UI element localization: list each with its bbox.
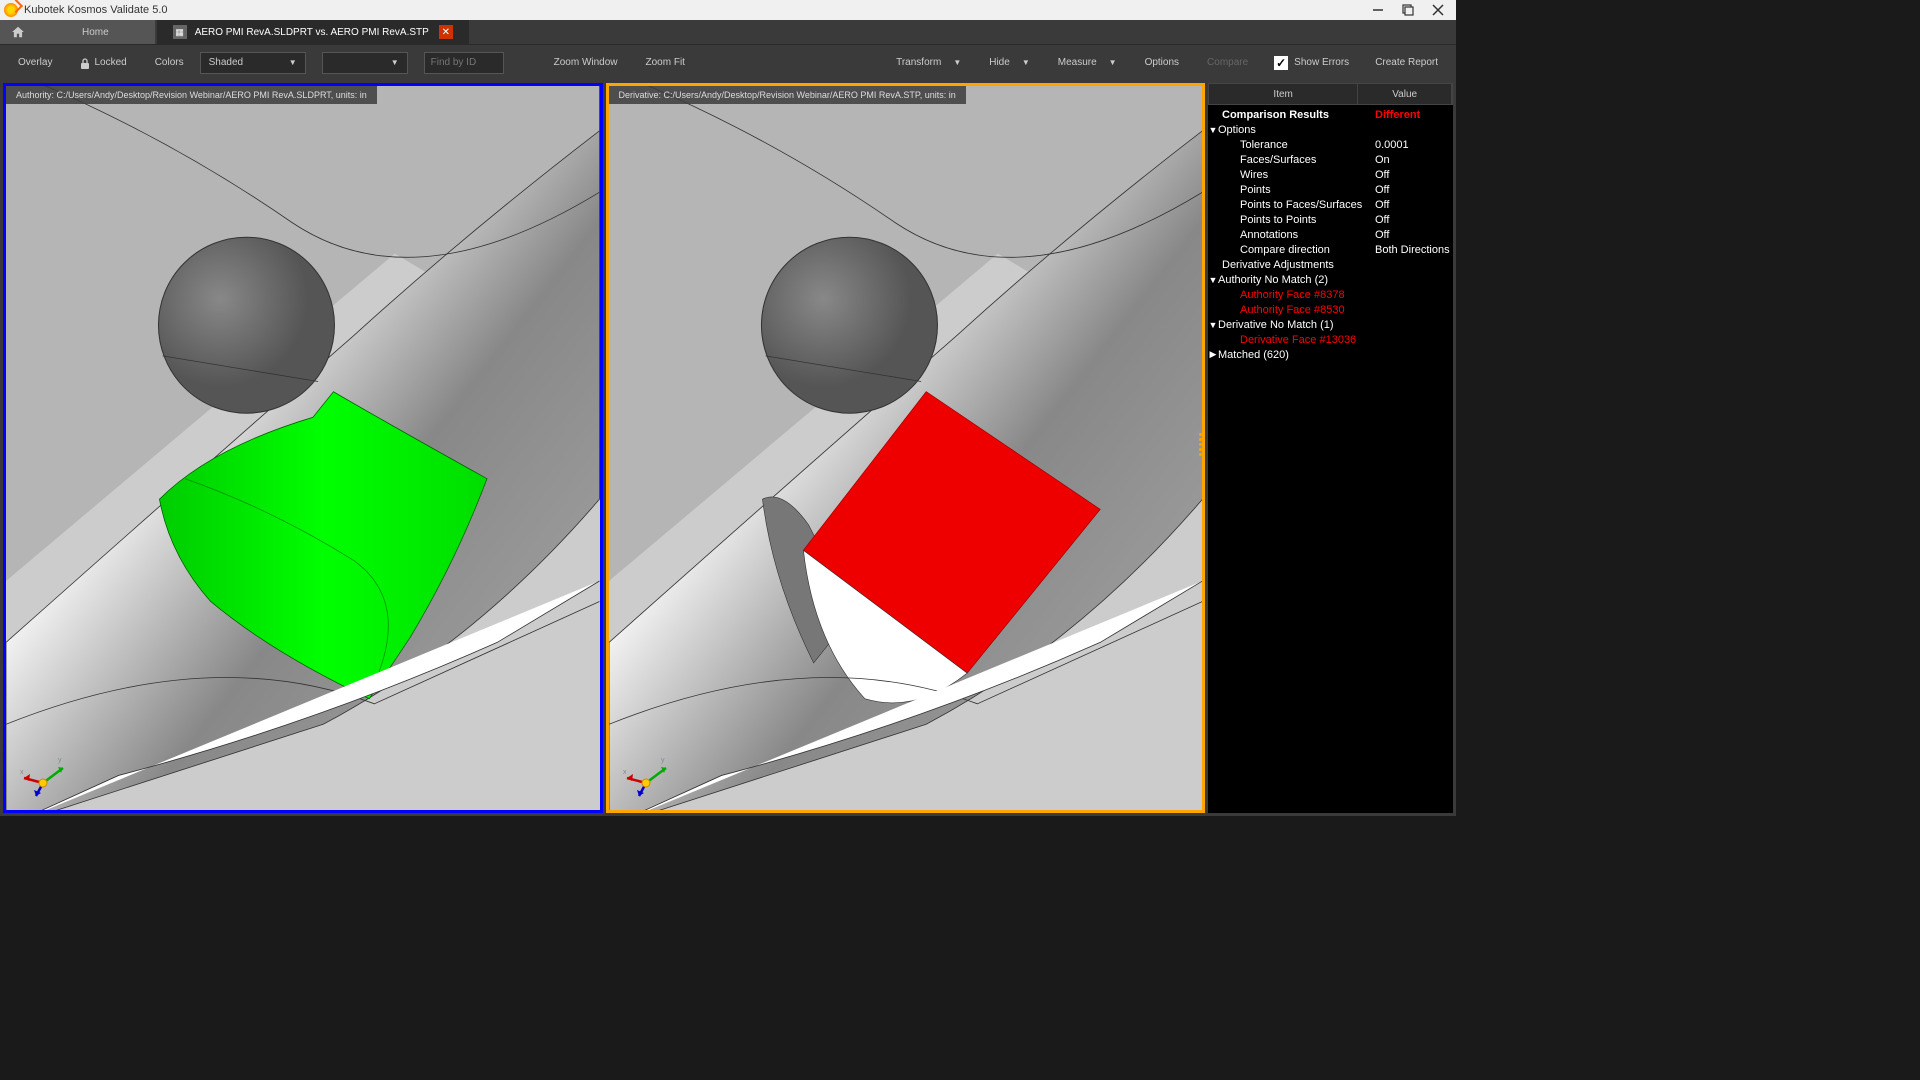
chevron-down-icon: ▼ <box>1022 58 1030 67</box>
tree-auth-face-2[interactable]: Authority Face #8530 <box>1240 304 1345 316</box>
tree-options[interactable]: Options <box>1218 124 1256 136</box>
chevron-down-icon: ▼ <box>1109 58 1117 67</box>
tree-matched[interactable]: Matched (620) <box>1218 349 1289 361</box>
toolbar: Overlay Locked Colors Shaded ▼ ▼ Zoom Wi… <box>0 44 1456 80</box>
tree-deriv-face-1[interactable]: Derivative Face #13036 <box>1240 334 1356 346</box>
titlebar: Kubotek Kosmos Validate 5.0 <box>0 0 1456 20</box>
tree-compare-direction[interactable]: Compare direction <box>1240 244 1330 256</box>
results-panel: Item Value Comparison Results Different … <box>1208 83 1453 813</box>
results-header: Item Value <box>1208 83 1453 105</box>
colors-button[interactable]: Colors <box>143 50 196 76</box>
svg-text:x: x <box>20 769 24 776</box>
tree-points-faces[interactable]: Points to Faces/Surfaces <box>1240 199 1362 211</box>
derivative-3d-view <box>609 86 1203 810</box>
coordinate-axis-icon: y x <box>621 748 671 798</box>
tree-toggle[interactable]: ▶ <box>1208 349 1218 360</box>
render-mode-select[interactable]: Shaded ▼ <box>200 52 306 74</box>
create-report-button[interactable]: Create Report <box>1363 50 1450 76</box>
tree-annotations[interactable]: Annotations <box>1240 229 1298 241</box>
derivative-label: Derivative: C:/Users/Andy/Desktop/Revisi… <box>609 86 966 104</box>
overlay-button[interactable]: Overlay <box>6 50 64 76</box>
main-area: Authority: C:/Users/Andy/Desktop/Revisio… <box>0 80 1456 816</box>
chevron-down-icon: ▼ <box>289 58 297 67</box>
column-header-item[interactable]: Item <box>1209 84 1358 104</box>
show-errors-checkbox[interactable]: ✓ Show Errors <box>1264 56 1359 70</box>
svg-text:y: y <box>58 757 62 764</box>
splitter-handle[interactable] <box>1199 433 1204 463</box>
close-button[interactable] <box>1430 3 1446 17</box>
tree-authority-no-match[interactable]: Authority No Match (2) <box>1218 274 1328 286</box>
app-title: Kubotek Kosmos Validate 5.0 <box>24 4 1370 16</box>
tree-derivative-no-match[interactable]: Derivative No Match (1) <box>1218 319 1334 331</box>
checkbox-icon: ✓ <box>1274 56 1288 70</box>
authority-3d-view <box>6 86 600 810</box>
tree-points-points[interactable]: Points to Points <box>1240 214 1316 226</box>
tree-comparison-results: Comparison Results <box>1222 109 1329 121</box>
tree-toggle[interactable]: ▼ <box>1208 275 1218 285</box>
compare-button: Compare <box>1195 50 1260 76</box>
derivative-viewport[interactable]: Derivative: C:/Users/Andy/Desktop/Revisi… <box>606 83 1206 813</box>
tree-derivative-adj[interactable]: Derivative Adjustments <box>1222 259 1334 271</box>
find-by-id-input[interactable] <box>424 52 504 74</box>
options-button[interactable]: Options <box>1133 50 1191 76</box>
tree-wires[interactable]: Wires <box>1240 169 1268 181</box>
app-icon <box>4 3 18 17</box>
tab-file-icon: ▦ <box>173 25 187 39</box>
chevron-down-icon: ▼ <box>953 58 961 67</box>
tab-label: AERO PMI RevA.SLDPRT vs. AERO PMI RevA.S… <box>195 27 429 38</box>
hide-dropdown[interactable]: Hide ▼ <box>977 50 1042 76</box>
svg-text:y: y <box>661 757 665 764</box>
tree-faces[interactable]: Faces/Surfaces <box>1240 154 1316 166</box>
tree-tolerance[interactable]: Tolerance <box>1240 139 1288 151</box>
tree-points[interactable]: Points <box>1240 184 1271 196</box>
tab-comparison[interactable]: ▦ AERO PMI RevA.SLDPRT vs. AERO PMI RevA… <box>157 20 469 44</box>
transform-dropdown[interactable]: Transform ▼ <box>884 50 973 76</box>
chevron-down-icon: ▼ <box>391 58 399 67</box>
tab-label: Home <box>82 27 109 38</box>
zoom-fit-button[interactable]: Zoom Fit <box>634 50 697 76</box>
lock-icon <box>80 58 90 68</box>
tab-home[interactable]: Home <box>36 20 155 44</box>
svg-text:x: x <box>623 769 627 776</box>
results-tree[interactable]: Comparison Results Different ▼Options To… <box>1208 105 1453 813</box>
coordinate-axis-icon: y x <box>18 748 68 798</box>
tree-toggle[interactable]: ▼ <box>1208 320 1218 330</box>
authority-label: Authority: C:/Users/Andy/Desktop/Revisio… <box>6 86 377 104</box>
locked-button[interactable]: Locked <box>68 50 138 76</box>
tabbar: Home ▦ AERO PMI RevA.SLDPRT vs. AERO PMI… <box>0 20 1456 44</box>
tree-auth-face-1[interactable]: Authority Face #8378 <box>1240 289 1345 301</box>
zoom-window-button[interactable]: Zoom Window <box>542 50 630 76</box>
tab-close-button[interactable]: ✕ <box>439 25 453 39</box>
authority-viewport[interactable]: Authority: C:/Users/Andy/Desktop/Revisio… <box>3 83 603 813</box>
tree-toggle[interactable]: ▼ <box>1208 125 1218 135</box>
column-header-value[interactable]: Value <box>1358 84 1452 104</box>
secondary-select[interactable]: ▼ <box>322 52 408 74</box>
measure-dropdown[interactable]: Measure ▼ <box>1046 50 1129 76</box>
home-icon[interactable] <box>8 23 28 41</box>
maximize-button[interactable] <box>1400 3 1416 17</box>
minimize-button[interactable] <box>1370 3 1386 17</box>
